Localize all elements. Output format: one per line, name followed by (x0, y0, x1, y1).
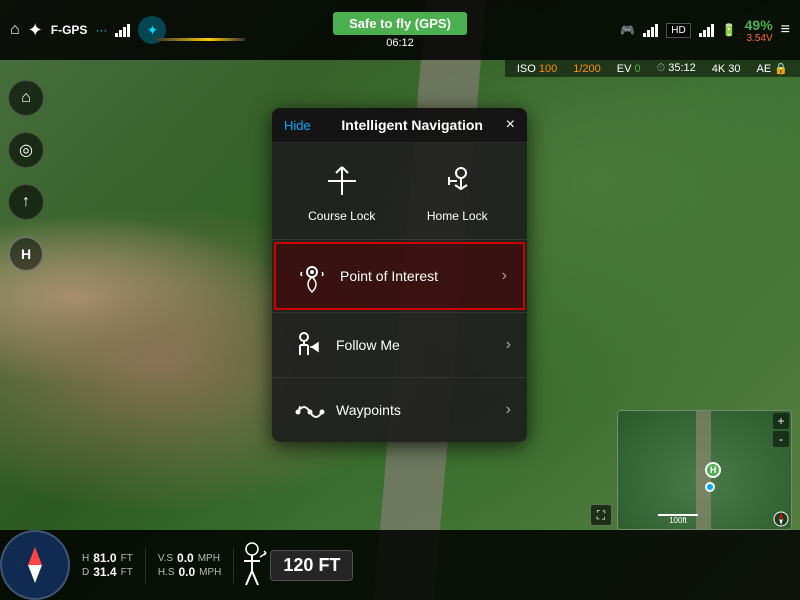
menu-list: Point of Interest › Fol (272, 240, 527, 442)
course-lock-label: Course Lock (308, 209, 375, 223)
modal-header: Hide Intelligent Navigation × (272, 108, 527, 143)
course-lock-item[interactable]: Course Lock (288, 159, 396, 223)
waypoints-menu-row[interactable]: Waypoints › (272, 378, 527, 442)
modal-close-button[interactable]: × (506, 116, 515, 134)
waypoints-label: Waypoints (336, 402, 506, 418)
follow-me-icon (288, 325, 328, 365)
intelligent-navigation-modal: Hide Intelligent Navigation × Course Loc… (272, 108, 527, 442)
poi-label: Point of Interest (340, 268, 502, 284)
home-lock-item[interactable]: Home Lock (404, 159, 512, 223)
follow-me-menu-row[interactable]: Follow Me › (272, 313, 527, 377)
follow-me-arrow: › (506, 336, 511, 354)
poi-icon (292, 256, 332, 296)
home-lock-label: Home Lock (427, 209, 488, 223)
follow-me-label: Follow Me (336, 337, 506, 353)
home-lock-icon (435, 159, 479, 203)
course-lock-icon (320, 159, 364, 203)
modal-overlay: Hide Intelligent Navigation × Course Loc… (0, 0, 800, 600)
modal-title: Intelligent Navigation (319, 117, 506, 133)
nav-grid: Course Lock Home Lock (272, 143, 527, 240)
poi-menu-row[interactable]: Point of Interest › (274, 242, 525, 310)
waypoints-arrow: › (506, 401, 511, 419)
modal-hide-button[interactable]: Hide (284, 118, 311, 133)
poi-arrow: › (502, 267, 507, 285)
waypoints-icon (288, 390, 328, 430)
